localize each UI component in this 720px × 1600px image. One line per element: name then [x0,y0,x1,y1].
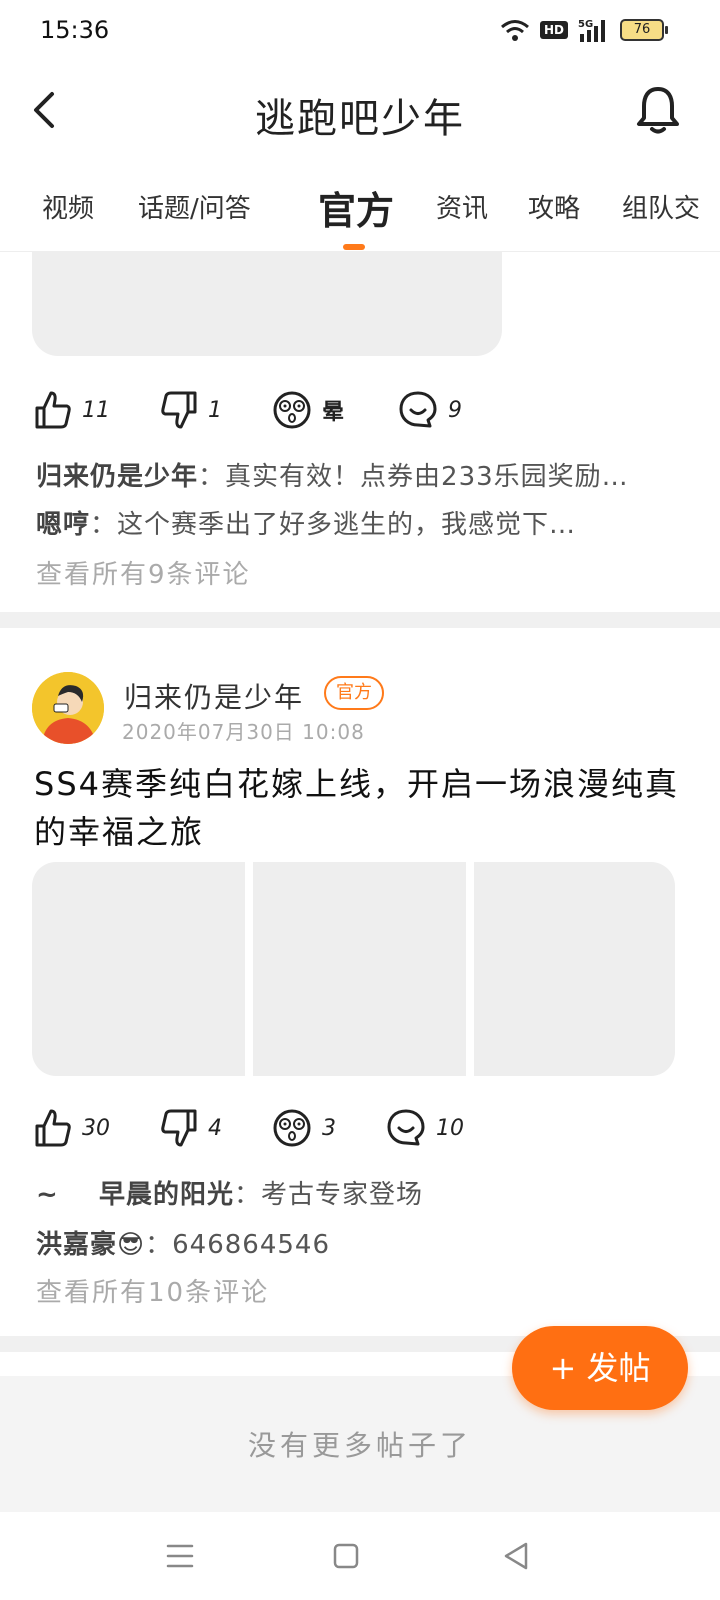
comment-text: 考古专家登场 [261,1180,424,1210]
avatar-illustration [32,672,104,744]
system-nav-bar [0,1512,720,1600]
comment-separator: ： [234,1180,262,1210]
hd-badge: HD [539,21,568,39]
battery-indicator: 76 [620,19,668,41]
post-divider [0,612,720,628]
commenter-name: 归来仍是少年 [36,462,199,492]
status-bar: 15:36 HD 5G 76 [0,0,720,64]
tab-guides[interactable]: 攻略 [528,188,580,225]
tab-bar: 视频 话题/问答 官方 资讯 攻略 组队交 [0,160,720,252]
avatar[interactable] [32,672,104,744]
comment-preview[interactable]: ~ 早晨的阳光：考古专家登场 [36,1174,686,1211]
comment-text: 真实有效！点券由233乐园奖励… [225,462,629,492]
status-time: 15:36 [40,16,110,44]
menu-icon[interactable] [158,1536,202,1576]
active-tab-indicator [343,244,365,250]
author-name[interactable]: 归来仍是少年 [124,676,304,716]
post-actions: 11 1 晕 9 [34,388,694,432]
comment-text: 646864546 [172,1230,331,1260]
tab-team[interactable]: 组队交 [622,188,700,225]
dizzy-face-icon [273,1109,311,1147]
dislike-count: 1 [208,397,222,423]
post-image[interactable] [32,252,502,356]
like-button[interactable]: 11 [34,388,110,432]
post-image[interactable] [474,862,675,1076]
wifi-icon [501,20,529,41]
official-badge: 官方 [324,676,384,710]
post-title[interactable]: SS4赛季纯白花嫁上线，开启一场浪漫纯真的幸福之旅 [34,760,694,856]
bell-icon[interactable] [634,84,682,136]
no-more-posts-text: 没有更多帖子了 [247,1429,472,1462]
svg-text:5G: 5G [578,19,593,30]
tab-official[interactable]: 官方 [318,180,394,235]
new-post-button[interactable]: + 发帖 [512,1326,688,1410]
comment-preview[interactable]: 嗯哼：这个赛季出了好多逃生的，我感觉下… [36,504,686,541]
comment-bubble-icon [399,391,437,428]
comment-count: 9 [448,397,462,423]
dizzy-reaction-button[interactable]: 3 [272,1106,336,1150]
like-count: 11 [82,397,110,423]
dizzy-count: 3 [322,1115,336,1141]
post-timestamp: 2020年07月30日 10:08 [122,720,365,744]
commenter-name: 洪嘉豪😎 [36,1230,146,1260]
dislike-button[interactable]: 4 [160,1106,222,1150]
comment-separator: ： [198,462,226,492]
tab-topics[interactable]: 话题/问答 [138,188,251,225]
status-icons: HD 5G 76 [500,18,668,42]
tab-video[interactable]: 视频 [42,188,94,225]
post-image[interactable] [32,862,245,1076]
tab-news[interactable]: 资讯 [436,188,488,225]
header: 逃跑吧少年 [0,64,720,160]
back-triangle-icon[interactable] [494,1536,538,1576]
view-all-comments-link[interactable]: 查看所有10条评论 [36,1272,269,1309]
comment-bubble-icon [387,1109,425,1146]
comment-button[interactable]: 10 [386,1106,464,1150]
commenter-name: ~ 早晨的阳光 [36,1180,234,1210]
commenter-name: 嗯哼 [36,510,91,540]
post-actions: 30 4 3 10 [34,1106,694,1150]
comment-preview[interactable]: 洪嘉豪😎：646864546 [36,1224,686,1261]
dislike-count: 4 [208,1115,222,1141]
home-square-icon[interactable] [324,1536,368,1576]
thumbs-down-icon [161,1109,197,1147]
like-count: 30 [82,1115,110,1141]
page-title: 逃跑吧少年 [255,96,465,142]
signal-icon: 5G [578,19,605,42]
thumbs-down-icon [161,391,197,429]
comment-count: 10 [436,1115,464,1141]
dislike-button[interactable]: 1 [160,388,222,432]
comment-button[interactable]: 9 [398,388,462,432]
thumbs-up-icon [35,1109,71,1147]
dizzy-label: 晕 [322,400,345,425]
comment-separator: ： [90,510,118,540]
comment-separator: ： [145,1230,173,1260]
view-all-comments-link[interactable]: 查看所有9条评论 [36,554,251,591]
dizzy-reaction-button[interactable]: 晕 [272,388,344,432]
thumbs-up-icon [35,391,71,429]
post-image[interactable] [253,862,466,1076]
dizzy-face-icon [273,391,311,429]
like-button[interactable]: 30 [34,1106,110,1150]
comment-text: 这个赛季出了好多逃生的，我感觉下… [117,510,577,540]
comment-preview[interactable]: 归来仍是少年：真实有效！点券由233乐园奖励… [36,456,686,493]
